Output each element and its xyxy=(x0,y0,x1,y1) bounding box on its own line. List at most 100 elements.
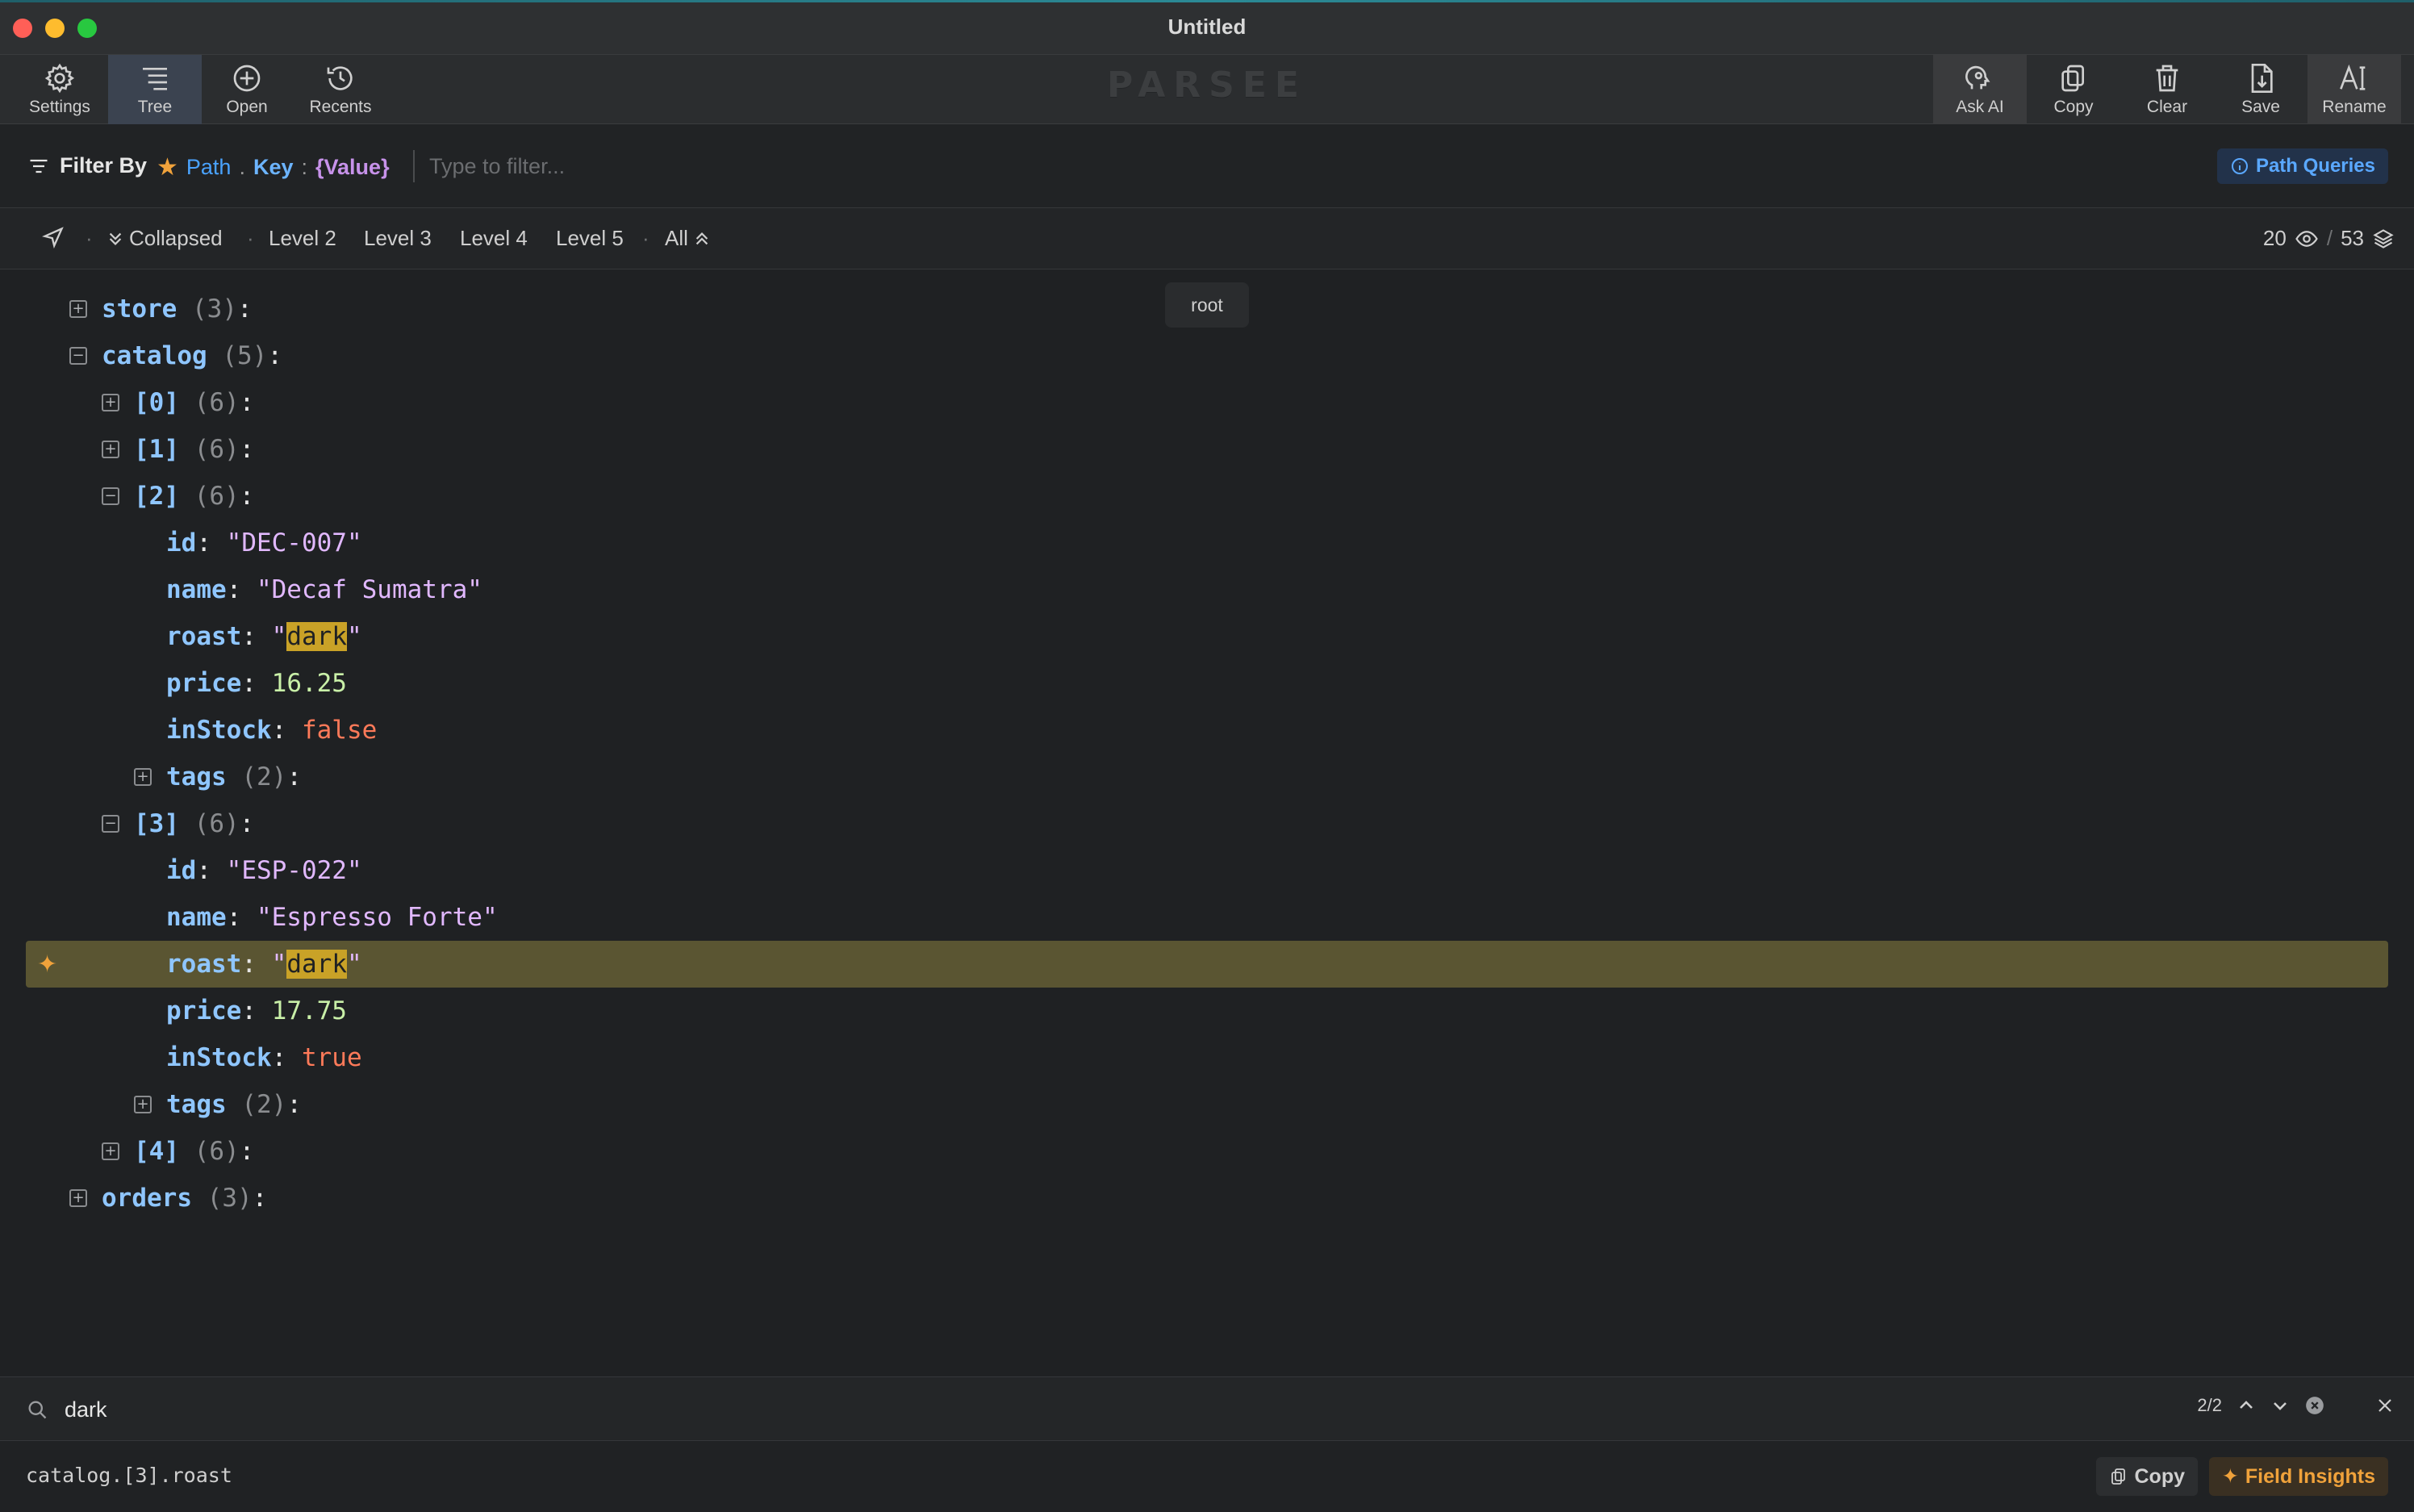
level-2-button[interactable]: Level 2 xyxy=(269,226,336,251)
collapse-icon[interactable]: − xyxy=(69,347,87,365)
copy-path-button[interactable]: Copy xyxy=(2095,1457,2198,1496)
tree-node-catalog-4[interactable]: + [4] (6): xyxy=(0,1128,2414,1175)
node-key: orders xyxy=(102,1184,192,1213)
tree-leaf-name[interactable]: name: "Espresso Forte" xyxy=(0,894,2414,941)
tree-node-catalog[interactable]: − catalog (5): xyxy=(0,332,2414,379)
tree-leaf-id[interactable]: id: "DEC-007" xyxy=(0,520,2414,566)
layers-icon xyxy=(2373,228,2394,249)
previous-match-button[interactable] xyxy=(2236,1396,2256,1415)
collapse-icon[interactable]: − xyxy=(102,487,119,505)
leaf-key: id xyxy=(166,856,197,885)
leaf-value: "Espresso Forte" xyxy=(256,903,498,932)
tree-leaf-id[interactable]: id: "ESP-022" xyxy=(0,847,2414,894)
node-count: (3) xyxy=(207,1184,253,1213)
node-count: (6) xyxy=(194,388,240,417)
node-count: (6) xyxy=(194,482,240,511)
expand-icon[interactable]: + xyxy=(69,300,87,318)
node-key: tags xyxy=(166,762,227,792)
level-collapsed-label: Collapsed xyxy=(129,226,223,250)
search-match-current: dark xyxy=(286,950,347,979)
leaf-value: "ESP-022" xyxy=(226,856,362,885)
level-dot-separator: · xyxy=(642,226,649,250)
locate-button[interactable] xyxy=(42,226,65,249)
field-insights-label: Field Insights xyxy=(2245,1464,2375,1488)
level-3-button[interactable]: Level 3 xyxy=(364,226,432,251)
node-key: tags xyxy=(166,1090,227,1119)
tree-leaf-price[interactable]: price: 17.75 xyxy=(0,988,2414,1034)
node-key: [1] xyxy=(134,435,179,464)
leaf-key: id xyxy=(166,528,197,558)
filter-by-text: Filter By xyxy=(60,153,148,178)
close-search-button[interactable] xyxy=(2375,1396,2395,1415)
node-count: (6) xyxy=(194,435,240,464)
path-queries-button[interactable]: Path Queries xyxy=(2216,148,2388,184)
filter-input[interactable] xyxy=(429,147,1397,186)
level-dot-separator: · xyxy=(247,226,254,250)
node-key: [2] xyxy=(134,482,179,511)
node-count: (3) xyxy=(192,294,237,324)
eye-icon xyxy=(2295,230,2318,247)
tree-leaf-roast[interactable]: roast: "dark" xyxy=(0,613,2414,660)
title-bar: Untitled xyxy=(0,0,2414,55)
tree-node-orders[interactable]: + orders (3): xyxy=(0,1175,2414,1222)
tree-leaf-name[interactable]: name: "Decaf Sumatra" xyxy=(0,566,2414,613)
expand-icon[interactable]: + xyxy=(134,768,152,786)
expand-icon[interactable]: + xyxy=(102,1142,119,1160)
node-key: store xyxy=(102,294,178,324)
node-key: [0] xyxy=(134,388,179,417)
tree-node-catalog-2[interactable]: − [2] (6): xyxy=(0,473,2414,520)
node-key: [4] xyxy=(134,1137,179,1166)
tree-leaf-instock[interactable]: inStock: false xyxy=(0,707,2414,754)
leaf-key: inStock xyxy=(166,716,272,745)
clear-circle-icon xyxy=(2306,1397,2324,1414)
expand-icon[interactable]: + xyxy=(102,394,119,411)
selected-path[interactable]: catalog.[3].roast xyxy=(26,1464,232,1487)
leaf-value: 17.75 xyxy=(271,996,347,1025)
filter-value-token: {Value} xyxy=(315,155,390,179)
tree-node-catalog-0[interactable]: + [0] (6): xyxy=(0,379,2414,426)
match-counter: 2/2 xyxy=(2197,1395,2222,1415)
tree-node-tags[interactable]: + tags (2): xyxy=(0,1081,2414,1128)
tree-leaf-roast-selected[interactable]: ✦ roast: "dark" xyxy=(26,941,2388,988)
filter-separator xyxy=(413,150,415,182)
leaf-value: false xyxy=(301,716,378,745)
level-5-button[interactable]: Level 5 xyxy=(556,226,624,251)
next-match-button[interactable] xyxy=(2270,1396,2290,1415)
search-input[interactable] xyxy=(65,1390,1194,1429)
close-icon xyxy=(2378,1399,2391,1412)
expand-icon[interactable]: + xyxy=(102,441,119,458)
node-count: (6) xyxy=(194,1137,240,1166)
filter-syntax-hint: ★ Path . Key : {Value} xyxy=(157,153,390,182)
filter-by-label: Filter By xyxy=(27,153,147,178)
tree-node-catalog-3[interactable]: − [3] (6): xyxy=(0,800,2414,847)
node-key: [3] xyxy=(134,809,179,838)
filter-colon-token: : xyxy=(301,155,308,179)
level-collapsed-button[interactable]: Collapsed xyxy=(106,226,223,251)
clear-search-button[interactable] xyxy=(2304,1395,2325,1416)
star-icon: ★ xyxy=(157,154,178,181)
filter-lines-icon xyxy=(30,159,48,173)
tree-leaf-price[interactable]: price: 16.25 xyxy=(0,660,2414,707)
count-slash: / xyxy=(2326,226,2333,250)
leaf-key: roast xyxy=(166,950,242,979)
leaf-value: "DEC-007" xyxy=(226,528,362,558)
search-bar: 2/2 xyxy=(0,1376,2414,1441)
expand-icon[interactable]: + xyxy=(69,1189,87,1207)
tree-node-catalog-1[interactable]: + [1] (6): xyxy=(0,426,2414,473)
brand-logo: PARSEE xyxy=(1107,65,1307,106)
node-count: (6) xyxy=(194,809,240,838)
tree-node-tags[interactable]: + tags (2): xyxy=(0,754,2414,800)
tree-leaf-instock[interactable]: inStock: true xyxy=(0,1034,2414,1081)
filter-dot-token: . xyxy=(239,155,245,179)
chevron-down-icon xyxy=(2274,1402,2287,1410)
copy-path-label: Copy xyxy=(2134,1464,2186,1488)
level-all-button[interactable]: All xyxy=(665,226,711,251)
node-count: (2) xyxy=(241,1090,287,1119)
expand-icon[interactable]: + xyxy=(134,1096,152,1113)
leaf-value: true xyxy=(301,1043,362,1072)
collapse-icon[interactable]: − xyxy=(102,815,119,833)
level-4-button[interactable]: Level 4 xyxy=(460,226,528,251)
field-insights-button[interactable]: ✦ Field Insights xyxy=(2208,1457,2388,1496)
sparkle-icon[interactable]: ✦ xyxy=(37,950,57,979)
node-count: (5) xyxy=(222,341,268,370)
